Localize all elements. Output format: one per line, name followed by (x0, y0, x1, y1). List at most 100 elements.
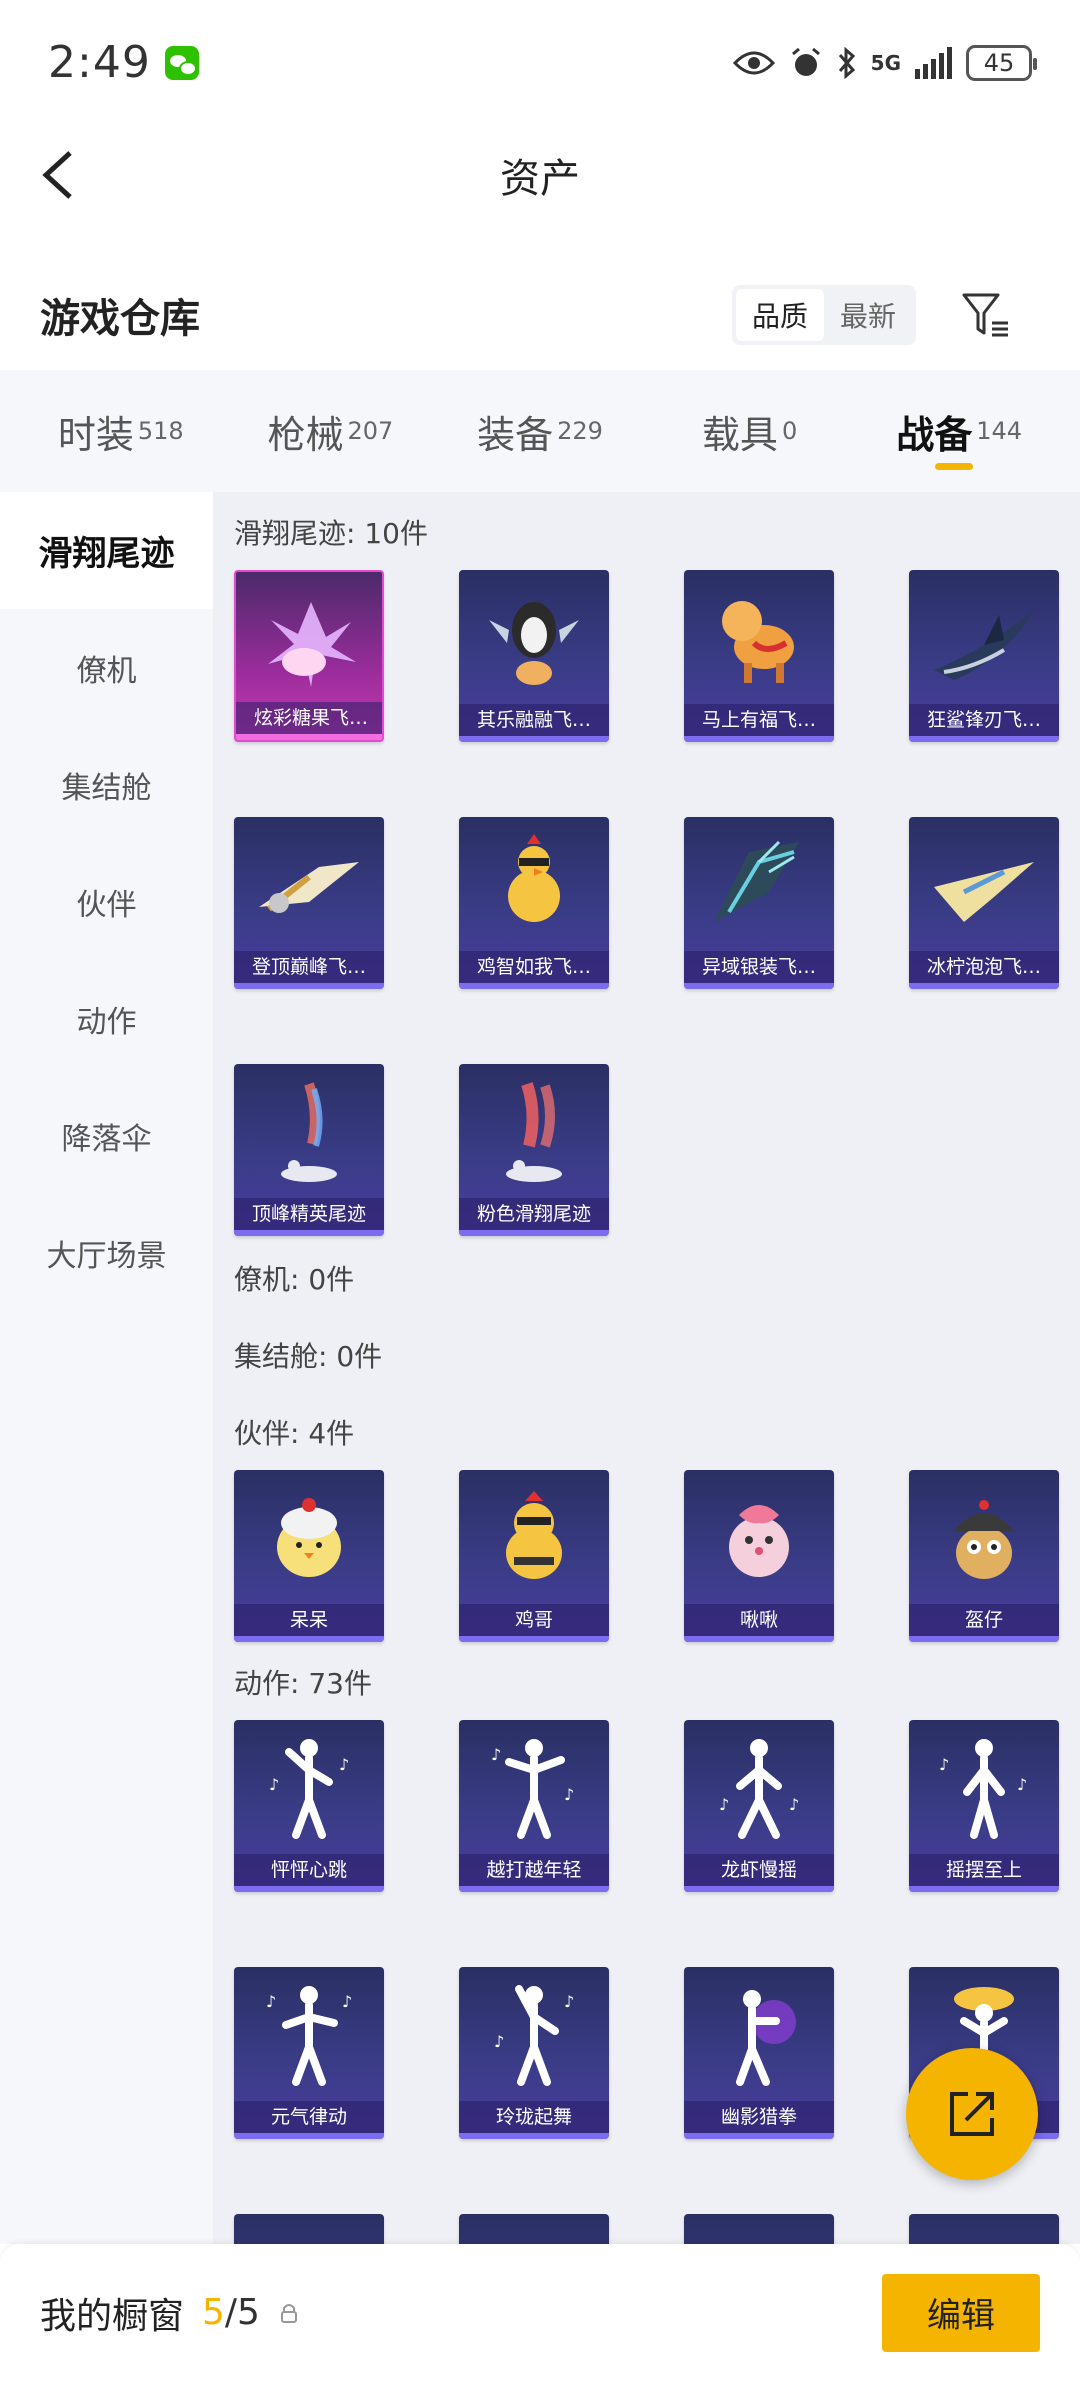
item-card[interactable]: ♪ ♪ 摇摆至上 (909, 1720, 1059, 1892)
item-name: 粉色滑翔尾迹 (459, 1198, 609, 1230)
rarity-bar (234, 2133, 384, 2139)
jet-wing-icon (234, 825, 384, 949)
item-name: 越打越年轻 (459, 1854, 609, 1886)
item-card[interactable]: ♪ ♪ 越打越年轻 (459, 1720, 609, 1892)
tab-battle-gear[interactable]: 战备 144 (854, 370, 1064, 492)
item-name: 马上有福飞… (684, 704, 834, 736)
back-arrow-icon[interactable] (36, 147, 92, 203)
item-card[interactable] (459, 2214, 609, 2244)
svg-text:♪: ♪ (269, 1775, 279, 1794)
tab-count: 207 (347, 417, 394, 445)
sidenav-item-glide-trail[interactable]: 滑翔尾迹 (0, 492, 213, 609)
item-card[interactable]: ♪ ♪ 龙虾慢摇 (684, 1720, 834, 1892)
item-name: 登顶巅峰飞… (234, 951, 384, 983)
tab-count: 518 (137, 417, 184, 445)
item-card[interactable]: 呆呆 (234, 1470, 384, 1642)
share-fab-button[interactable] (906, 2048, 1038, 2180)
edit-button[interactable]: 编辑 (882, 2273, 1040, 2352)
alarm-icon (789, 43, 823, 83)
item-card[interactable]: 马上有福飞… (684, 570, 834, 742)
item-card[interactable]: 炫彩糖果飞… (234, 570, 384, 742)
section-title-wingman: 僚机: 0件 (234, 1263, 355, 1296)
sidenav-item-parachute[interactable]: 降落伞 (0, 1077, 213, 1194)
item-grid-area[interactable]: 滑翔尾迹: 10件 炫彩糖果飞… 其乐融融飞… 马上有福飞… 狂鲨锋刃飞… 登顶… (213, 492, 1080, 2244)
signal-icon (915, 46, 952, 79)
rarity-bar (234, 1636, 384, 1642)
glider-plane-icon (909, 825, 1059, 949)
tab-label: 时装 (57, 412, 134, 457)
item-name: 怦怦心跳 (234, 1854, 384, 1886)
pink-bird-icon (684, 1478, 834, 1602)
status-icons: 5G 45 (732, 43, 1037, 83)
item-card[interactable]: 冰柠泡泡飞… (909, 817, 1059, 989)
sort-toggle: 品质 最新 (731, 285, 916, 345)
rarity-bar (909, 1886, 1059, 1892)
trail-smoke-icon (459, 1072, 609, 1196)
tab-equipment[interactable]: 装备 229 (435, 370, 645, 492)
item-name: 呆呆 (234, 1604, 384, 1636)
rarity-bar (459, 1636, 609, 1642)
item-card[interactable]: 盔仔 (909, 1470, 1059, 1642)
sort-newest-option[interactable]: 最新 (824, 289, 912, 341)
section-title-glide: 滑翔尾迹: 10件 (234, 517, 428, 550)
app-header: 资产 (0, 125, 1080, 225)
penguin-icon (459, 578, 609, 702)
item-card[interactable]: 啾啾 (684, 1470, 834, 1642)
dance-figure-icon: ♪ ♪ (459, 1728, 609, 1852)
sidenav-item-pod[interactable]: 集结舱 (0, 726, 213, 843)
sort-quality-option[interactable]: 品质 (735, 289, 824, 341)
rarity-bar (459, 1886, 609, 1892)
rarity-bar (234, 983, 384, 989)
item-card[interactable] (234, 2214, 384, 2244)
rarity-bar (684, 736, 834, 742)
showcase-count-total: /5 (224, 2292, 260, 2333)
item-card[interactable]: 粉色滑翔尾迹 (459, 1064, 609, 1236)
item-name: 狂鲨锋刃飞… (909, 704, 1059, 736)
item-card[interactable]: 其乐融融飞… (459, 570, 609, 742)
horse-icon (684, 578, 834, 702)
section-title-partner: 伙伴: 4件 (234, 1417, 355, 1450)
filter-icon[interactable] (960, 289, 1012, 341)
winged-blade-icon (684, 825, 834, 949)
item-card[interactable]: ♪ ♪ 元气律动 (234, 1967, 384, 2139)
item-card[interactable] (909, 2214, 1059, 2244)
svg-text:♪: ♪ (266, 1992, 276, 2011)
item-card[interactable]: 顶峰精英尾迹 (234, 1064, 384, 1236)
sidenav-item-partner[interactable]: 伙伴 (0, 843, 213, 960)
svg-text:♪: ♪ (719, 1795, 729, 1814)
tab-fashion[interactable]: 时装 518 (16, 370, 226, 492)
svg-text:♪: ♪ (564, 1785, 574, 1804)
tab-count: 0 (781, 417, 798, 445)
item-card[interactable] (684, 2214, 834, 2244)
rarity-bar (909, 983, 1059, 989)
rarity-bar (234, 1230, 384, 1236)
sidenav-item-emote[interactable]: 动作 (0, 960, 213, 1077)
tab-vehicles[interactable]: 载具 0 (645, 370, 855, 492)
item-card[interactable]: 异域银装飞… (684, 817, 834, 989)
showcase-bar: 我的橱窗 5/5 编辑 (0, 2244, 1080, 2381)
item-name: 玲珑起舞 (459, 2101, 609, 2133)
dance-figure-icon: ♪ ♪ (684, 1728, 834, 1852)
item-name: 元气律动 (234, 2101, 384, 2133)
item-card[interactable]: ♪ ♪ 玲珑起舞 (459, 1967, 609, 2139)
item-card[interactable]: 幽影猎拳 (684, 1967, 834, 2139)
tab-guns[interactable]: 枪械 207 (226, 370, 436, 492)
lock-icon (280, 2303, 297, 2323)
tab-count: 229 (557, 417, 603, 445)
tab-label: 枪械 (267, 412, 344, 457)
dance-figure-icon: ♪ ♪ (909, 1728, 1059, 1852)
network-label: 5G (870, 50, 901, 75)
item-card[interactable]: ♪ ♪ 怦怦心跳 (234, 1720, 384, 1892)
battery-icon: 45 (966, 44, 1037, 81)
page-title: 资产 (500, 156, 580, 202)
item-card[interactable]: 登顶巅峰飞… (234, 817, 384, 989)
svg-text:♪: ♪ (564, 1992, 574, 2011)
sidenav-item-wingman[interactable]: 僚机 (0, 609, 213, 726)
sidenav-item-lobby-scene[interactable]: 大厅场景 (0, 1194, 213, 1311)
shark-icon (909, 578, 1059, 702)
item-card[interactable]: 鸡哥 (459, 1470, 609, 1642)
item-card[interactable]: 狂鲨锋刃飞… (909, 570, 1059, 742)
rarity-bar (684, 1636, 834, 1642)
item-card[interactable]: 鸡智如我飞… (459, 817, 609, 989)
svg-text:♪: ♪ (342, 1992, 352, 2011)
